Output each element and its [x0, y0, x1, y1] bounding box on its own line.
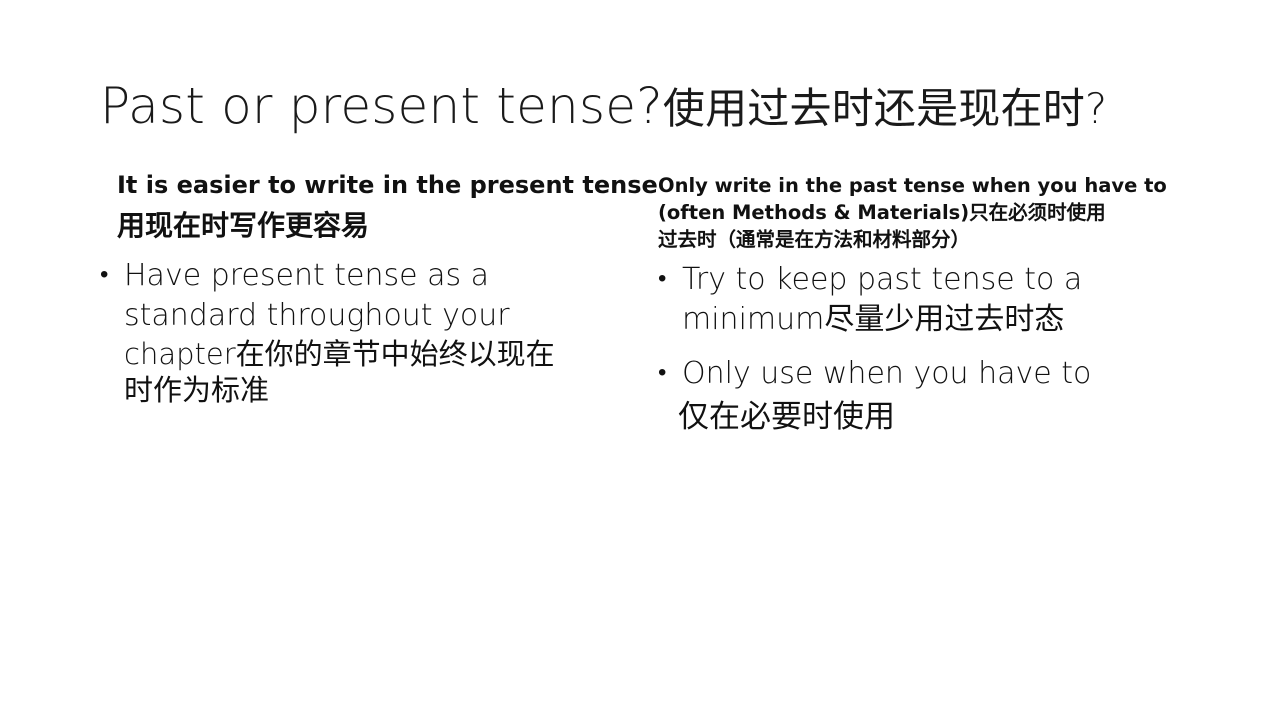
right-bullet-1-line-1: Try to keep past tense to a: [682, 262, 1083, 297]
bullet-dot-icon: •: [658, 264, 667, 292]
slide-title-zh: 使用过去时还是现在时?: [662, 84, 1108, 133]
slide: Past or present tense?使用过去时还是现在时? It is …: [0, 0, 1280, 720]
right-bullet-list: • Try to keep past tense to a minimum尽量少…: [658, 260, 1198, 394]
left-bullet-list: • Have present tense as a standard throu…: [100, 256, 645, 408]
left-bullet-1-line-1: Have present tense as a: [124, 258, 490, 293]
right-bullet-item: • Try to keep past tense to a minimum尽量少…: [658, 260, 1198, 340]
slide-title-en: Past or present tense?: [100, 77, 663, 135]
left-bullet-1-line-2: standard throughout your: [124, 298, 510, 333]
bullet-dot-icon: •: [658, 358, 667, 386]
left-heading-zh: 用现在时写作更容易: [117, 209, 370, 242]
slide-title: Past or present tense?使用过去时还是现在时?: [100, 74, 1200, 141]
right-bullet-1-line-2: minimum尽量少用过去时态: [682, 302, 1065, 337]
right-bullet-item: • Only use when you have to: [658, 354, 1198, 394]
bullet-dot-icon: •: [100, 260, 109, 288]
right-heading-line-1: Only write in the past tense when you ha…: [658, 174, 1167, 197]
left-heading-en: It is easier to write in the present ten…: [117, 171, 658, 199]
left-column: It is easier to write in the present ten…: [100, 166, 658, 408]
right-heading-line-3: 过去时（通常是在方法和材料部分）: [658, 228, 971, 251]
left-bullet-item: • Have present tense as a standard throu…: [100, 256, 645, 408]
right-bullet-2-line-1: Only use when you have to: [682, 356, 1092, 391]
left-bullet-1-line-3: chapter在你的章节中始终以现在: [124, 337, 555, 371]
right-heading: Only write in the past tense when you ha…: [658, 172, 1198, 253]
right-column: Only write in the past tense when you ha…: [658, 166, 1198, 440]
right-heading-line-2: (often Methods & Materials)只在必须时使用: [658, 201, 1106, 224]
right-bullet-2-line-2: 仅在必要时使用: [678, 399, 895, 435]
left-bullet-1-line-4: 时作为标准: [124, 373, 270, 407]
